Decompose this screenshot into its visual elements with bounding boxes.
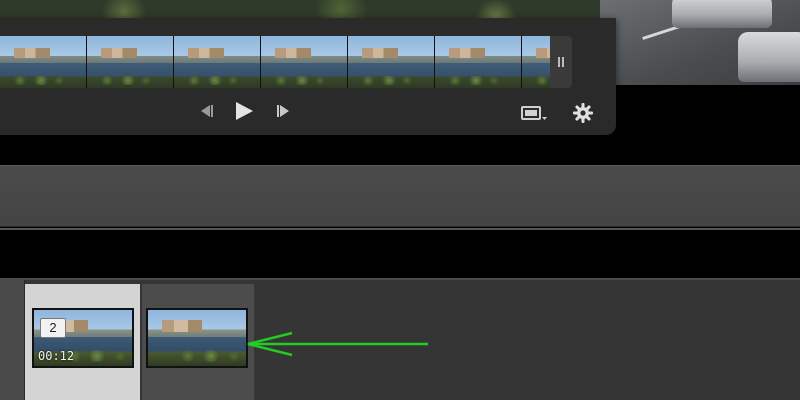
timeline-gutter	[0, 280, 25, 400]
clip-number-badge: 2	[40, 318, 66, 338]
play-icon[interactable]	[233, 100, 255, 122]
toolbar-panel	[0, 165, 800, 227]
ruler-strip	[0, 230, 800, 278]
background-car	[738, 32, 800, 82]
clip-slot-selected[interactable]: 2 00:12	[25, 284, 140, 400]
clip-thumbnail[interactable]	[146, 308, 248, 368]
filmstrip-frame	[0, 36, 86, 88]
clip-duration-label: 00:12	[38, 349, 75, 363]
filmstrip[interactable]	[0, 36, 550, 88]
clip-slot[interactable]	[142, 284, 254, 400]
green-arrow-annotation	[247, 331, 428, 357]
filmstrip-frame	[261, 36, 347, 88]
filmstrip-frame	[174, 36, 260, 88]
filmstrip-frame	[522, 36, 550, 88]
background-car	[672, 0, 772, 28]
gear-icon[interactable]	[572, 102, 594, 124]
display-mode-icon[interactable]	[520, 105, 550, 121]
step-back-icon[interactable]	[198, 104, 216, 118]
clip-thumbnail[interactable]: 2 00:12	[32, 308, 134, 368]
step-forward-icon[interactable]	[274, 104, 292, 118]
filmstrip-frame	[87, 36, 173, 88]
pause-icon	[558, 57, 564, 67]
filmstrip-frame	[435, 36, 521, 88]
viewer-backdrop	[0, 135, 800, 165]
filmstrip-frame	[348, 36, 434, 88]
filmstrip-trim-handle[interactable]	[550, 36, 572, 88]
clip-viewer-popup	[0, 18, 616, 135]
